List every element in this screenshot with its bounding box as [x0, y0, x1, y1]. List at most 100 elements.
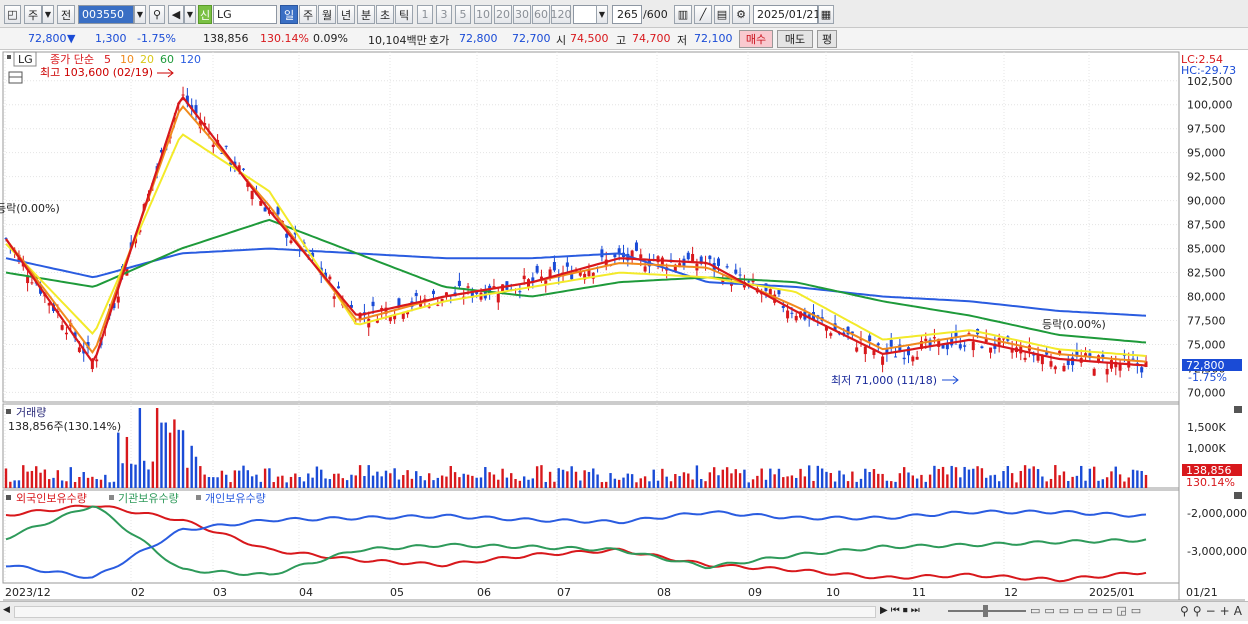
y-tick-label: 92,500 [1187, 171, 1226, 184]
volume-bar [1045, 481, 1048, 488]
x-tick-label: 04 [299, 586, 313, 599]
speaker-icon[interactable]: ◀ [168, 5, 184, 24]
candle-body [77, 347, 81, 352]
volume-bar [173, 419, 176, 488]
volume-bar [518, 480, 522, 488]
tab-year[interactable]: 년 [337, 5, 355, 24]
volume-bar [894, 481, 897, 488]
interval-120[interactable]: 120 [551, 5, 572, 24]
candle-body [907, 347, 910, 356]
search-icon[interactable]: ⚲ [149, 5, 165, 24]
speaker-dropdown-icon[interactable]: ▼ [184, 5, 196, 24]
candle-body [600, 249, 604, 258]
save-icon[interactable]: ▤ [714, 5, 730, 24]
tab-second[interactable]: 초 [376, 5, 394, 24]
y-tick-label: 100,000 [1187, 99, 1233, 112]
candle-body [889, 339, 893, 347]
zoom-slider-handle[interactable] [983, 605, 988, 617]
playback-controls-icon[interactable]: ▶⏮⏹⏭ [880, 605, 923, 616]
interval-20[interactable]: 20 [494, 5, 512, 24]
legend-ma120: 120 [180, 53, 201, 66]
tab-week[interactable]: 주 [299, 5, 317, 24]
volume-bar [756, 475, 759, 488]
volume-bar [259, 481, 262, 488]
scroll-left-icon[interactable]: ◀ [3, 605, 13, 618]
window-icon[interactable]: ◰ [4, 5, 21, 24]
buy-button[interactable]: 매수 [739, 30, 773, 48]
volume-bar [453, 472, 457, 488]
gear-icon[interactable]: ⚙ [732, 5, 750, 24]
view-tools-icons[interactable]: ▭▭▭▭▭▭◲▭ [1030, 604, 1145, 617]
candle-body [894, 356, 898, 358]
sell-button[interactable]: 매도 [777, 30, 813, 48]
holdings-close-icon[interactable] [1234, 492, 1242, 499]
volume-bar [773, 474, 776, 488]
volume-bar [993, 474, 997, 488]
zoom-tools-icons[interactable]: ⚲⚲−+A [1180, 604, 1246, 618]
tab-minute[interactable]: 분 [357, 5, 375, 24]
volume-bar [289, 476, 293, 488]
volume-bar [125, 436, 129, 488]
chart-area[interactable]: 102,500 100,000 97,500 95,000 92,500 90,000 87… [0, 50, 1248, 621]
volume-bar [311, 477, 314, 488]
volume-bar [838, 470, 841, 488]
volume-close-icon[interactable] [1234, 406, 1242, 413]
interval-dropdown-icon[interactable]: ▼ [596, 5, 608, 24]
candle-body [717, 258, 720, 266]
volume-bar [851, 471, 854, 488]
volume-bar [151, 461, 155, 488]
volume-bar [354, 475, 357, 488]
count-input[interactable]: 265 [612, 5, 642, 24]
calendar-icon[interactable]: ▦ [818, 5, 834, 24]
stock-chart-svg[interactable]: 102,500100,00097,50095,00092,50090,00087… [0, 50, 1248, 621]
interval-10[interactable]: 10 [474, 5, 492, 24]
volume-bar [721, 469, 725, 488]
tab-month[interactable]: 월 [318, 5, 336, 24]
holdings-tick-2m: -2,000,000 [1187, 507, 1247, 520]
tab-day[interactable]: 일 [280, 5, 298, 24]
interval-5[interactable]: 5 [455, 5, 471, 24]
stock-code-input[interactable]: 003550 [78, 5, 134, 24]
candle-body [30, 282, 34, 284]
interval-3[interactable]: 3 [436, 5, 452, 24]
prev-button[interactable]: 전 [57, 5, 75, 24]
volume-bar [1049, 478, 1053, 488]
volume-bar [17, 480, 21, 488]
volume-bar [1002, 471, 1005, 488]
volume-bar [371, 475, 375, 488]
interval-1[interactable]: 1 [417, 5, 433, 24]
mode-dropdown-icon[interactable]: ▼ [42, 5, 54, 24]
candle-body [1040, 355, 1044, 365]
candle-icon[interactable]: ▥ [674, 5, 692, 24]
volume-bar [1136, 470, 1139, 488]
volume-bar [548, 471, 552, 488]
eval-button[interactable]: 평 [817, 30, 837, 48]
volume-bar [967, 469, 971, 488]
line-tool-icon[interactable]: ╱ [694, 5, 712, 24]
legend-ma60: 60 [160, 53, 174, 66]
x-tick-label: 11 [912, 586, 926, 599]
volume-bar [1123, 481, 1126, 488]
volume-bar [255, 474, 258, 488]
candle-body [414, 292, 418, 296]
volume-bar [596, 474, 599, 488]
horizontal-scrollbar[interactable] [14, 606, 876, 618]
volume-bar [1097, 480, 1100, 488]
volume-ratio: 130.14% [260, 32, 309, 45]
candle-body [285, 233, 289, 238]
date-input[interactable]: 2025/01/21 [753, 5, 820, 24]
volume-bar [285, 482, 288, 488]
volume-bar [190, 445, 193, 488]
interval-input[interactable] [573, 5, 597, 24]
volume-bar [1088, 468, 1092, 488]
volume-title: 거래량 [16, 406, 46, 419]
volume-bar [833, 481, 837, 488]
volume-bar [367, 465, 370, 488]
interval-60[interactable]: 60 [532, 5, 550, 24]
interval-30[interactable]: 30 [513, 5, 531, 24]
candle-body [181, 94, 185, 96]
candle-body [790, 312, 794, 314]
tab-tick[interactable]: 틱 [395, 5, 413, 24]
mode-button[interactable]: 주 [24, 5, 42, 24]
code-dropdown-icon[interactable]: ▼ [134, 5, 146, 24]
